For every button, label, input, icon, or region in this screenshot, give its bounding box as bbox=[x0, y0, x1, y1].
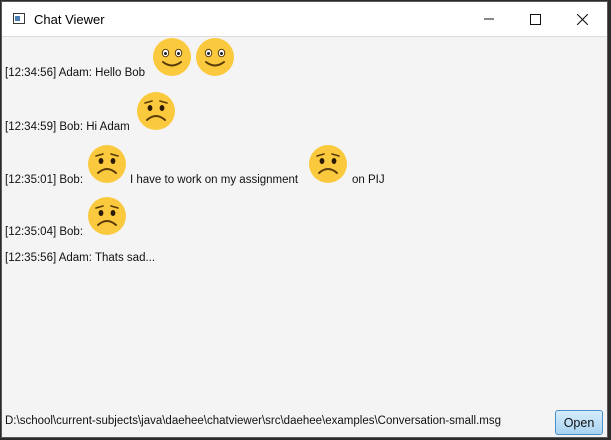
message-sender: Adam: bbox=[58, 67, 92, 79]
message-text: I have to work on my assignment bbox=[130, 174, 299, 186]
sad-face-icon bbox=[308, 144, 348, 184]
chat-message: [12:35:04] Bob: bbox=[5, 226, 83, 238]
message-text: Hello Bob bbox=[95, 67, 146, 79]
happy-face-icon bbox=[152, 37, 192, 77]
happy-face-icon bbox=[195, 37, 235, 77]
message-time: [12:34:56] bbox=[5, 67, 57, 79]
message-time: [12:35:56] bbox=[5, 252, 57, 264]
maximize-button[interactable] bbox=[512, 2, 558, 36]
file-bar: D:\school\current-subjects\java\daehee\c… bbox=[2, 407, 607, 437]
open-button[interactable]: Open bbox=[555, 410, 603, 435]
app-icon bbox=[13, 13, 25, 24]
maximize-icon bbox=[529, 13, 541, 25]
message-time: [12:34:59] bbox=[5, 121, 57, 133]
message-time: [12:35:04] bbox=[5, 226, 57, 238]
close-icon bbox=[577, 13, 588, 25]
title-bar[interactable]: Chat Viewer bbox=[2, 2, 607, 37]
minimize-icon bbox=[484, 18, 494, 20]
message-sender: Bob: bbox=[59, 226, 84, 238]
minimize-button[interactable] bbox=[466, 2, 512, 36]
sad-face-icon bbox=[87, 144, 127, 184]
message-text: on PIJ bbox=[352, 174, 385, 186]
sad-face-icon bbox=[136, 91, 176, 131]
file-path-field[interactable]: D:\school\current-subjects\java\daehee\c… bbox=[5, 415, 501, 427]
sad-face-icon bbox=[87, 196, 127, 236]
message-sender: Bob: bbox=[59, 174, 84, 186]
message-sender: Adam: bbox=[58, 252, 92, 264]
window-title: Chat Viewer bbox=[34, 12, 105, 27]
close-button[interactable] bbox=[558, 2, 607, 36]
chat-area[interactable]: [12:34:56] Adam: Hello Bob [12:34:59] Bo… bbox=[2, 37, 607, 407]
message-sender: Bob: bbox=[59, 121, 84, 133]
chat-message: [12:34:59] Bob: Hi Adam bbox=[5, 121, 130, 133]
chat-message: [12:34:56] Adam: Hello Bob bbox=[5, 67, 145, 79]
message-time: [12:35:01] bbox=[5, 174, 57, 186]
chat-message: [12:35:56] Adam: Thats sad... bbox=[5, 252, 155, 264]
message-text: Thats sad... bbox=[94, 252, 156, 264]
chat-message: [12:35:01] Bob: bbox=[5, 174, 83, 186]
message-text: Hi Adam bbox=[86, 121, 130, 133]
chat-viewer-window: Chat Viewer [12:34:56] Adam: Hello Bob [… bbox=[1, 1, 608, 438]
